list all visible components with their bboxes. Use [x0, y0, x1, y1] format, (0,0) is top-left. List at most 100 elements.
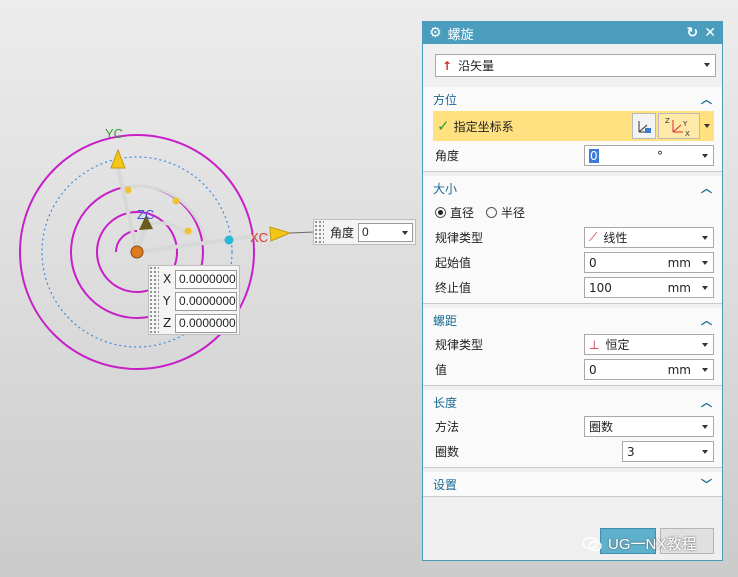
length-method-row: 方法 圈数: [423, 414, 722, 439]
pitch-law-dropdown[interactable]: ⊥ 恒定: [584, 334, 714, 355]
xc-label: XC: [250, 230, 269, 245]
length-method-value: 圈数: [589, 420, 614, 434]
chevron-up-icon: ︿: [701, 182, 712, 195]
length-method-dropdown[interactable]: 圈数: [584, 416, 714, 437]
vector-dropdown[interactable]: ↑ 沿矢量: [435, 54, 716, 77]
section-orientation-title: 方位: [433, 92, 458, 107]
radio-diameter[interactable]: 直径: [435, 204, 474, 221]
csys-type-button[interactable]: Z YX: [658, 113, 700, 139]
size-start-label: 起始值: [435, 256, 472, 270]
section-settings: 设置 ﹀: [423, 472, 722, 497]
chevron-up-icon: ︿: [701, 314, 712, 327]
handle-dot-2: [184, 227, 192, 235]
pitch-law-value: 恒定: [605, 338, 630, 352]
section-length-title: 长度: [433, 395, 458, 410]
graphics-viewport[interactable]: YC ZC XC X 0.0000000 Y 0.0000000 Z 0.000…: [0, 0, 420, 577]
helix-dialog: ⚙ 螺旋 ↻ ✕ ↑ 沿矢量 方位 ︿ ✓ 指定坐标系 ZYX 角度 0 ° 大…: [422, 21, 723, 561]
chevron-down-icon: [702, 286, 708, 290]
close-icon[interactable]: ✕: [704, 25, 716, 41]
chevron-down-icon: [702, 343, 708, 347]
pitch-law-row: 规律类型 ⊥ 恒定: [423, 332, 722, 357]
specify-csys-row[interactable]: ✓ 指定坐标系 Z YX: [433, 111, 714, 141]
constant-law-icon: ⊥: [589, 337, 600, 352]
section-settings-title: 设置: [433, 477, 458, 492]
chevron-down-icon: [702, 154, 708, 158]
radio-icon: [486, 207, 498, 218]
chevron-down-icon: ﹀: [701, 478, 712, 491]
axis-point-dot: [224, 235, 234, 245]
chevron-down-icon: [702, 236, 708, 240]
angle-dropdown[interactable]: 0: [358, 222, 414, 242]
pitch-unit: mm: [667, 362, 691, 377]
chevron-down-icon: [702, 368, 708, 372]
radio-radius[interactable]: 半径: [486, 204, 525, 221]
orientation-angle-label: 角度: [435, 149, 460, 163]
svg-text:Y: Y: [682, 120, 688, 128]
size-radio-row: 直径 半径: [423, 200, 722, 225]
size-end-unit: mm: [667, 280, 691, 295]
chevron-down-icon[interactable]: [704, 124, 710, 128]
length-turns-row: 圈数 3: [423, 439, 722, 464]
reset-icon[interactable]: ↻: [687, 25, 699, 41]
size-law-value: 线性: [603, 231, 628, 245]
length-turns-value: 3: [627, 444, 635, 459]
coordinate-input-box: X 0.0000000 Y 0.0000000 Z 0.0000000: [148, 265, 240, 335]
length-turns-input[interactable]: 3: [622, 441, 714, 462]
csys-axes-icon: Z YX: [665, 117, 690, 138]
section-size: 大小 ︿ 直径 半径 规律类型 ⟋ 线性 起始值 0 mm 终止值 100 mm: [423, 176, 722, 304]
size-start-unit: mm: [667, 255, 691, 270]
check-icon: ✓: [437, 117, 450, 135]
csys-icon: [638, 121, 651, 133]
chevron-up-icon: ︿: [701, 396, 712, 409]
section-pitch: 螺距 ︿ 规律类型 ⊥ 恒定 值 0 mm: [423, 308, 722, 386]
section-length: 长度 ︿ 方法 圈数 圈数 3: [423, 390, 722, 468]
radio-radius-label: 半径: [501, 206, 526, 220]
size-law-row: 规律类型 ⟋ 线性: [423, 225, 722, 250]
section-pitch-title: 螺距: [433, 313, 458, 328]
watermark: UG一NX教程: [582, 533, 696, 554]
chevron-down-icon: [704, 63, 710, 67]
section-length-header[interactable]: 长度 ︿: [423, 390, 722, 414]
coord-row-x: X 0.0000000: [163, 269, 237, 289]
coord-row-y: Y 0.0000000: [163, 291, 237, 311]
coord-z-input[interactable]: 0.0000000: [175, 313, 237, 333]
orientation-angle-row: 角度 0 °: [423, 143, 722, 168]
yc-arrow: [110, 148, 126, 169]
length-turns-label: 圈数: [435, 445, 460, 459]
coord-row-z: Z 0.0000000: [163, 313, 237, 333]
section-size-header[interactable]: 大小 ︿: [423, 176, 722, 200]
size-law-label: 规律类型: [435, 231, 484, 245]
vector-arrow-icon: ↑: [442, 58, 453, 73]
origin-point: [130, 245, 144, 259]
vector-dropdown-value: 沿矢量: [458, 59, 495, 73]
section-orientation-header[interactable]: 方位 ︿: [423, 87, 722, 111]
size-end-value: 100: [589, 280, 612, 295]
length-method-label: 方法: [435, 420, 460, 434]
section-pitch-header[interactable]: 螺距 ︿: [423, 308, 722, 332]
zc-label: ZC: [137, 207, 155, 222]
csys-dialog-button[interactable]: [632, 113, 656, 139]
pitch-value-input[interactable]: 0 mm: [584, 359, 714, 380]
degree-unit: °: [657, 148, 663, 163]
size-start-input[interactable]: 0 mm: [584, 252, 714, 273]
size-start-value: 0: [589, 255, 597, 270]
pitch-value-row: 值 0 mm: [423, 357, 722, 382]
pitch-value: 0: [589, 362, 597, 377]
wechat-icon: [582, 536, 602, 551]
drag-grip[interactable]: [314, 220, 324, 244]
drag-grip[interactable]: [149, 266, 159, 334]
radio-diameter-label: 直径: [450, 206, 475, 220]
orientation-angle-input[interactable]: 0 °: [584, 145, 714, 166]
angle-input-box: 角度 0: [313, 219, 416, 245]
pitch-law-label: 规律类型: [435, 338, 484, 352]
gear-icon[interactable]: ⚙: [429, 25, 442, 41]
chevron-down-icon: [702, 450, 708, 454]
coord-y-input[interactable]: 0.0000000: [175, 291, 237, 311]
size-law-dropdown[interactable]: ⟋ 线性: [584, 227, 714, 248]
section-settings-header[interactable]: 设置 ﹀: [423, 472, 722, 496]
section-size-title: 大小: [433, 181, 458, 196]
dialog-title: 螺旋: [447, 27, 474, 43]
coord-x-input[interactable]: 0.0000000: [175, 269, 237, 289]
size-end-input[interactable]: 100 mm: [584, 277, 714, 298]
angle-leader-line: [289, 231, 315, 234]
